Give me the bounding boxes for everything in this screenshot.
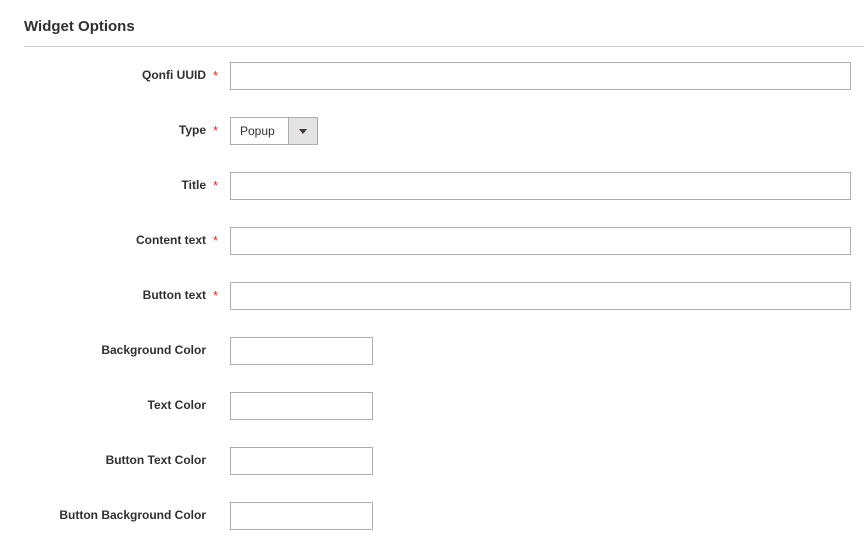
text-color-label: Text Color bbox=[147, 398, 206, 412]
type-select[interactable]: Popup bbox=[230, 117, 318, 145]
section-divider bbox=[24, 46, 864, 47]
form-row-type: Type * Popup bbox=[0, 117, 864, 145]
qonfi-uuid-input[interactable] bbox=[230, 62, 851, 90]
required-marker: * bbox=[213, 288, 219, 303]
form-row-button-text-color: Button Text Color bbox=[0, 447, 864, 475]
required-marker: * bbox=[213, 123, 219, 138]
required-marker: * bbox=[213, 233, 219, 248]
button-background-color-label: Button Background Color bbox=[59, 508, 206, 522]
form-row-qonfi-uuid: Qonfi UUID * bbox=[0, 62, 864, 90]
form-row-content-text: Content text * bbox=[0, 227, 864, 255]
button-text-label: Button text bbox=[142, 288, 206, 302]
background-color-input[interactable] bbox=[230, 337, 373, 365]
caret-down-icon bbox=[299, 129, 307, 134]
background-color-label: Background Color bbox=[101, 343, 206, 357]
form-row-title: Title * bbox=[0, 172, 864, 200]
form-row-text-color: Text Color bbox=[0, 392, 864, 420]
select-arrow-button[interactable] bbox=[288, 118, 317, 144]
form-row-background-color: Background Color bbox=[0, 337, 864, 365]
content-text-input[interactable] bbox=[230, 227, 851, 255]
button-background-color-input[interactable] bbox=[230, 502, 373, 530]
button-text-input[interactable] bbox=[230, 282, 851, 310]
qonfi-uuid-label: Qonfi UUID bbox=[142, 68, 206, 82]
section-title: Widget Options bbox=[24, 18, 135, 35]
type-label: Type bbox=[178, 123, 206, 137]
title-input[interactable] bbox=[230, 172, 851, 200]
required-marker: * bbox=[213, 68, 219, 83]
button-text-color-label: Button Text Color bbox=[105, 453, 206, 467]
button-text-color-input[interactable] bbox=[230, 447, 373, 475]
text-color-input[interactable] bbox=[230, 392, 373, 420]
required-marker: * bbox=[213, 178, 219, 193]
type-select-value: Popup bbox=[240, 124, 275, 138]
content-text-label: Content text bbox=[136, 233, 206, 247]
title-label: Title bbox=[181, 178, 206, 192]
form-row-button-text: Button text * bbox=[0, 282, 864, 310]
form-row-button-background-color: Button Background Color bbox=[0, 502, 864, 530]
